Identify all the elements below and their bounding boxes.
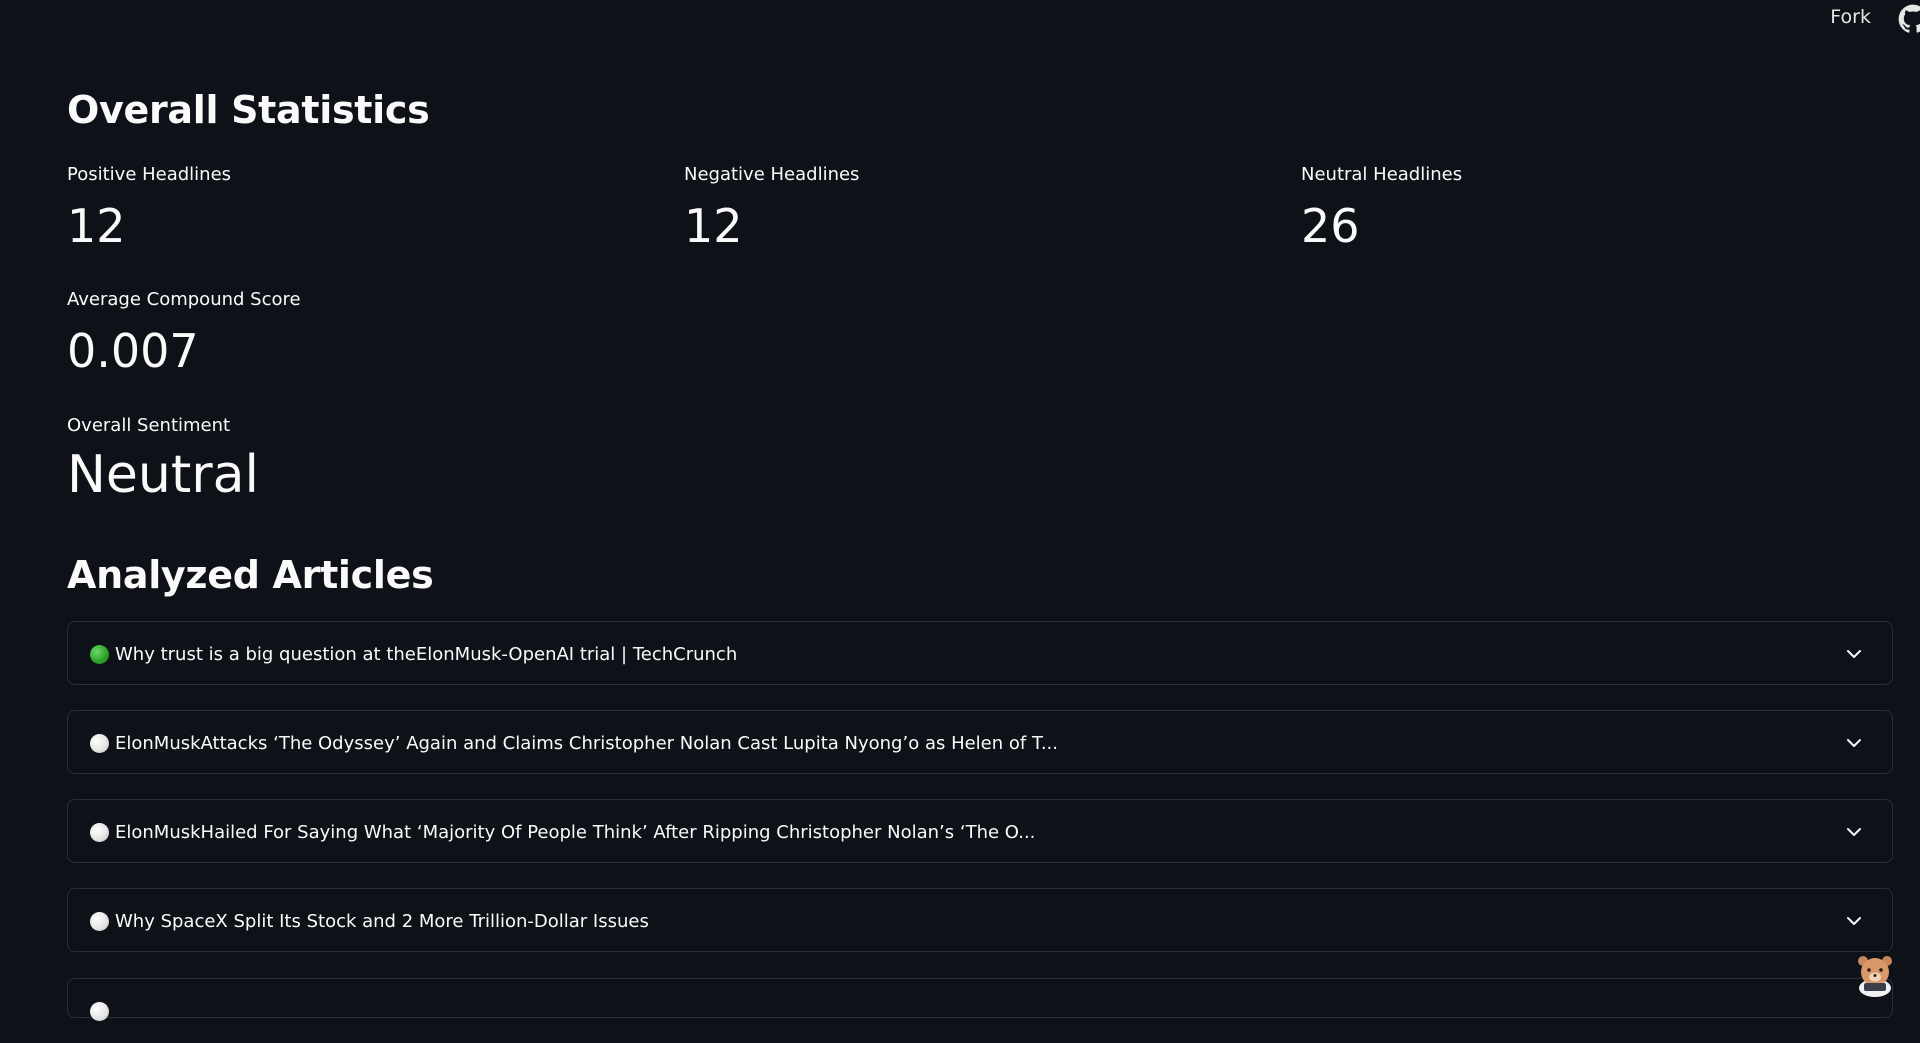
article-expander[interactable]: ElonMuskHailed For Saying What ‘Majority… bbox=[67, 799, 1893, 863]
white-circle-icon bbox=[90, 822, 109, 842]
article-expander[interactable]: ElonMuskAttacks ‘The Odyssey’ Again and … bbox=[67, 710, 1893, 774]
article-title: ElonMuskHailed For Saying What ‘Majority… bbox=[115, 821, 1036, 843]
metric-value: 0.007 bbox=[67, 324, 199, 378]
analyzed-articles-heading: Analyzed Articles bbox=[67, 553, 434, 597]
fork-button[interactable]: Fork bbox=[1830, 6, 1871, 28]
metric-label: Overall Sentiment bbox=[67, 415, 231, 436]
metric-label: Average Compound Score bbox=[67, 289, 301, 310]
article-title: Why SpaceX Split Its Stock and 2 More Tr… bbox=[115, 910, 649, 932]
article-expander[interactable]: Why SpaceX Split Its Stock and 2 More Tr… bbox=[67, 888, 1893, 952]
metric-value: 12 bbox=[684, 199, 743, 253]
metric-label: Negative Headlines bbox=[684, 164, 860, 185]
metric-overall-sentiment: Overall Sentiment Neutral bbox=[67, 415, 259, 501]
metric-neutral-headlines: Neutral Headlines 26 bbox=[1301, 164, 1462, 252]
white-circle-icon bbox=[90, 1001, 109, 1021]
metric-average-compound-score: Average Compound Score 0.007 bbox=[67, 289, 301, 377]
metric-value: Neutral bbox=[67, 445, 259, 505]
metric-value: 12 bbox=[67, 199, 126, 253]
metric-value: 26 bbox=[1301, 199, 1360, 253]
green-circle-icon bbox=[90, 644, 109, 664]
github-icon[interactable] bbox=[1898, 4, 1920, 34]
overall-statistics-heading: Overall Statistics bbox=[67, 88, 430, 132]
metric-positive-headlines: Positive Headlines 12 bbox=[67, 164, 231, 252]
article-title: Why trust is a big question at theElonMu… bbox=[115, 643, 738, 665]
white-circle-icon bbox=[90, 911, 109, 931]
white-circle-icon bbox=[90, 733, 109, 753]
metric-negative-headlines: Negative Headlines 12 bbox=[684, 164, 859, 252]
metric-label: Neutral Headlines bbox=[1301, 164, 1463, 185]
article-expander[interactable]: Why trust is a big question at theElonMu… bbox=[67, 621, 1893, 685]
chevron-down-icon bbox=[1847, 828, 1861, 836]
chevron-down-icon bbox=[1847, 739, 1861, 747]
article-title: ElonMuskAttacks ‘The Odyssey’ Again and … bbox=[115, 732, 1058, 754]
chevron-down-icon bbox=[1847, 917, 1861, 925]
metric-label: Positive Headlines bbox=[67, 164, 232, 185]
article-expander[interactable] bbox=[67, 978, 1893, 1021]
chevron-down-icon bbox=[1847, 650, 1861, 658]
bear-mascot-icon[interactable] bbox=[1850, 950, 1900, 1000]
top-toolbar: Fork bbox=[0, 0, 1920, 36]
